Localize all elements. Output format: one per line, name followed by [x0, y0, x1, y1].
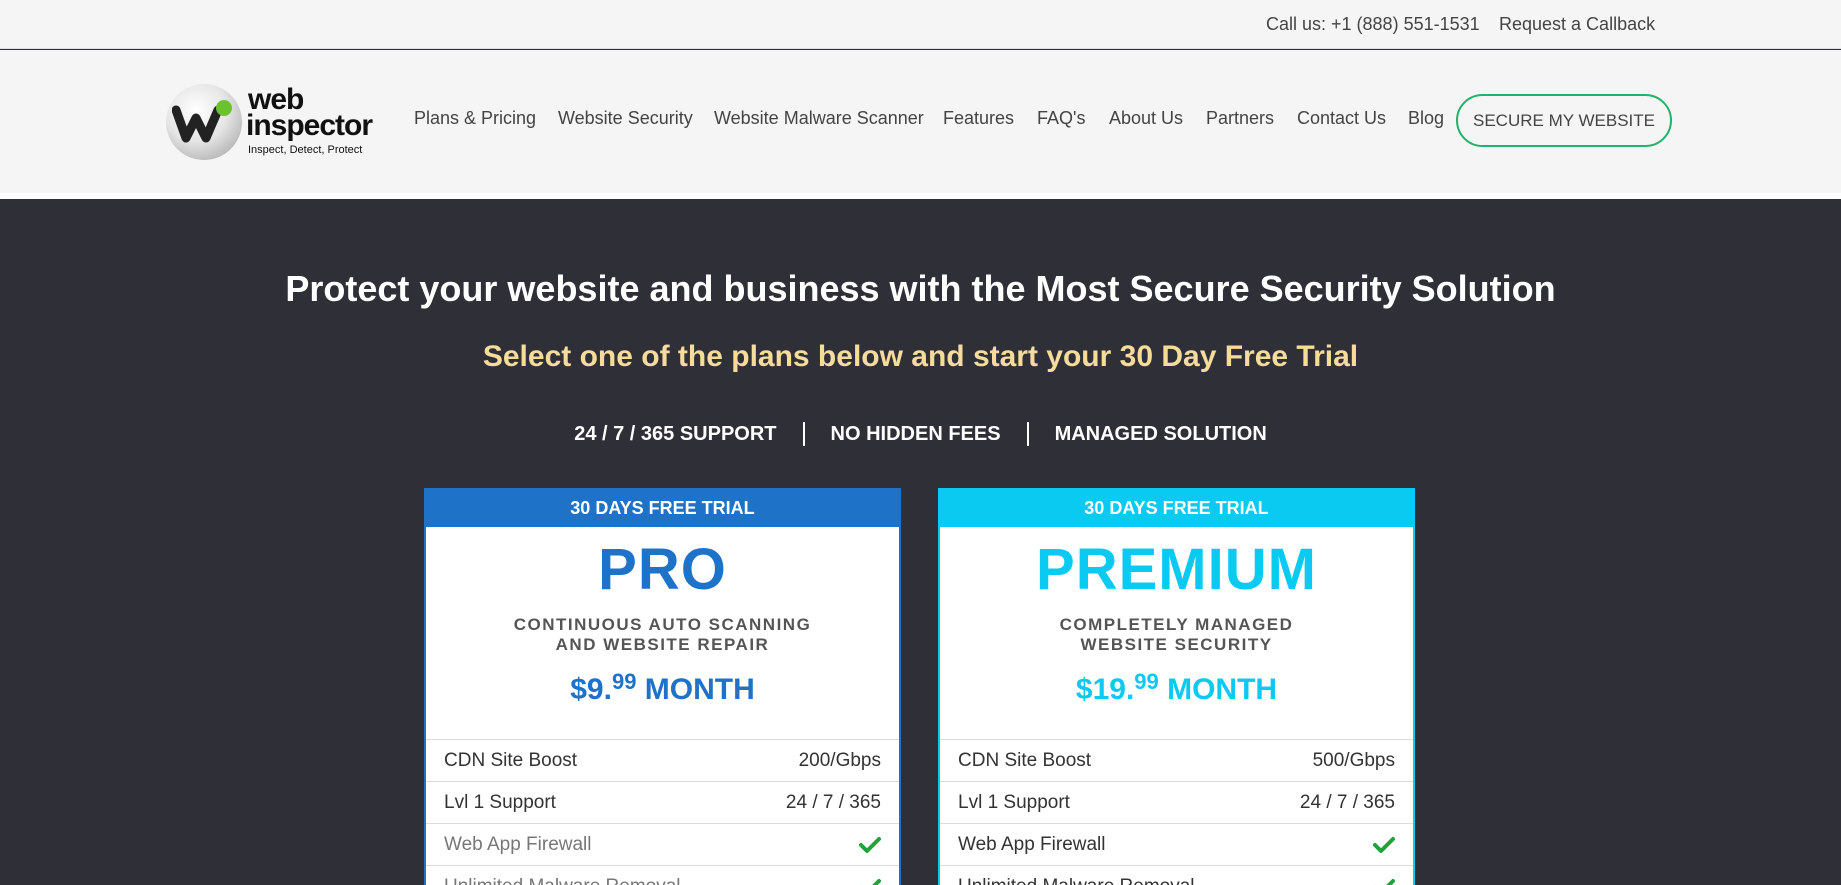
feature-value: 500/Gbps	[1312, 749, 1395, 771]
feature-label: Lvl 1 Support	[958, 791, 1070, 813]
plan-description: CONTINUOUS AUTO SCANNING AND WEBSITE REP…	[426, 615, 899, 655]
feature-row: Lvl 1 Support 24 / 7 / 365	[940, 782, 1413, 824]
plan-description-line: COMPLETELY MANAGED	[1059, 615, 1294, 634]
check-icon	[1373, 878, 1395, 885]
call-us-phone[interactable]: Call us: +1 (888) 551-1531	[1266, 14, 1480, 35]
plan-card-premium[interactable]: 30 DAYS FREE TRIAL PREMIUM COMPLETELY MA…	[938, 488, 1415, 885]
benefit-support: 24 / 7 / 365 SUPPORT	[574, 422, 777, 445]
nav-blog[interactable]: Blog	[1408, 108, 1444, 129]
free-trial-ribbon: 30 DAYS FREE TRIAL	[940, 490, 1413, 527]
nav-about-us[interactable]: About Us	[1109, 108, 1183, 129]
benefit-managed-solution: MANAGED SOLUTION	[1054, 422, 1267, 445]
price-cents: 99	[611, 669, 637, 694]
nav-partners[interactable]: Partners	[1206, 108, 1274, 129]
nav-contact-us[interactable]: Contact Us	[1297, 108, 1386, 129]
feature-row: CDN Site Boost 200/Gbps	[426, 740, 899, 782]
nav-website-malware-scanner[interactable]: Website Malware Scanner	[714, 108, 924, 129]
plan-name: PREMIUM	[1036, 537, 1317, 602]
request-callback-link[interactable]: Request a Callback	[1499, 14, 1655, 35]
free-trial-ribbon: 30 DAYS FREE TRIAL	[426, 490, 899, 527]
plan-name: PRO	[598, 537, 727, 602]
nav-website-security[interactable]: Website Security	[558, 108, 693, 129]
nav-faqs[interactable]: FAQ's	[1037, 108, 1085, 129]
site-header: web inspector Inspect, Detect, Protect P…	[0, 50, 1841, 193]
feature-value: 24 / 7 / 365	[1299, 791, 1395, 813]
feature-value: 24 / 7 / 365	[785, 791, 881, 813]
plan-features: CDN Site Boost 200/Gbps Lvl 1 Support 24…	[426, 739, 899, 885]
header-divider	[0, 193, 1841, 199]
check-icon	[859, 878, 881, 885]
benefits-strip: 24 / 7 / 365 SUPPORT NO HIDDEN FEES MANA…	[0, 422, 1841, 446]
feature-label: Lvl 1 Support	[444, 791, 556, 813]
price-period: MONTH	[1167, 673, 1278, 706]
feature-row: Lvl 1 Support 24 / 7 / 365	[426, 782, 899, 824]
plan-card-pro[interactable]: 30 DAYS FREE TRIAL PRO CONTINUOUS AUTO S…	[424, 488, 901, 885]
secure-my-website-button[interactable]: SECURE MY WEBSITE	[1456, 94, 1672, 147]
benefit-no-hidden-fees: NO HIDDEN FEES	[830, 422, 1001, 445]
price-period: MONTH	[644, 673, 755, 706]
plan-price: $19.99 MONTH	[940, 669, 1413, 707]
feature-label: CDN Site Boost	[444, 749, 578, 771]
hero-title: Protect your website and business with t…	[285, 268, 1556, 309]
feature-row: Web App Firewall	[426, 824, 899, 866]
plan-description: COMPLETELY MANAGED WEBSITE SECURITY	[940, 615, 1413, 655]
feature-label: Web App Firewall	[444, 833, 592, 855]
feature-row: Web App Firewall	[940, 824, 1413, 866]
feature-label: Unlimited Malware Removal	[444, 876, 681, 885]
plan-description-line: AND WEBSITE REPAIR	[555, 635, 770, 654]
site-logo[interactable]: web inspector Inspect, Detect, Protect	[166, 84, 373, 164]
check-icon	[1373, 836, 1395, 853]
check-icon	[859, 836, 881, 853]
plan-description-line: CONTINUOUS AUTO SCANNING	[513, 615, 812, 634]
hero-subtitle: Select one of the plans below and start …	[482, 340, 1359, 373]
feature-label: Unlimited Malware Removal	[958, 876, 1195, 885]
logo-tagline: Inspect, Detect, Protect	[248, 144, 363, 156]
price-amount: $9.	[570, 673, 612, 706]
feature-row: Unlimited Malware Removal	[426, 866, 899, 885]
feature-label: Web App Firewall	[958, 833, 1106, 855]
web-inspector-logo-icon	[172, 100, 232, 143]
feature-row: CDN Site Boost 500/Gbps	[940, 740, 1413, 782]
price-cents: 99	[1134, 669, 1159, 694]
nav-features[interactable]: Features	[943, 108, 1014, 129]
plan-price: $9.99 MONTH	[426, 669, 899, 707]
feature-row: Unlimited Malware Removal	[940, 866, 1413, 885]
feature-value: 200/Gbps	[798, 749, 881, 771]
feature-label: CDN Site Boost	[958, 749, 1092, 771]
plan-features: CDN Site Boost 500/Gbps Lvl 1 Support 24…	[940, 739, 1413, 885]
nav-plans-pricing[interactable]: Plans & Pricing	[414, 108, 536, 129]
price-amount: $19.	[1075, 673, 1135, 706]
plan-description-line: WEBSITE SECURITY	[1080, 635, 1273, 654]
logo-text-inspector: inspector	[246, 109, 373, 142]
top-bar: Call us: +1 (888) 551-1531 Request a Cal…	[0, 0, 1841, 49]
